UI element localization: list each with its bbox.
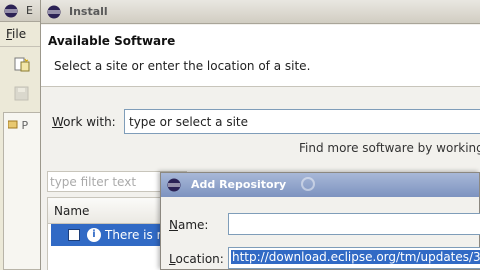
row-text: There is r — [105, 228, 162, 242]
banner-heading: Available Software — [48, 34, 176, 48]
install-dialog-title: Install — [69, 5, 108, 18]
menu-file[interactable]: File — [6, 27, 26, 41]
info-icon: i — [87, 228, 101, 242]
work-with-combo[interactable] — [124, 109, 480, 134]
package-explorer-view: P — [3, 112, 43, 270]
package-icon — [7, 120, 18, 129]
row-checkbox[interactable] — [68, 229, 80, 241]
software-table-header: Name — [47, 197, 177, 224]
table-row[interactable]: i There is r — [51, 224, 171, 246]
eclipse-logo-icon — [167, 178, 181, 195]
add-repository-dialog: Add Repository Name: Location: http://do… — [160, 172, 480, 270]
view-tab[interactable]: P — [7, 119, 29, 132]
busy-cursor-icon — [301, 177, 315, 191]
install-dialog-titlebar: Install — [41, 0, 480, 24]
location-field[interactable]: http://download.eclipse.org/tm/updates/3… — [228, 247, 480, 269]
name-mnemonic: N — [169, 218, 178, 232]
work-with-label: Work with: — [52, 115, 116, 129]
work-with-label-rest: ork with: — [63, 115, 116, 129]
find-more-software-link[interactable]: Find more software by working w — [299, 141, 480, 155]
add-repository-titlebar[interactable]: Add Repository — [161, 173, 479, 197]
location-label: Location: — [169, 252, 224, 266]
location-value: http://download.eclipse.org/tm/updates/3… — [231, 250, 480, 264]
new-wizard-button[interactable] — [13, 56, 31, 74]
work-with-mnemonic: W — [52, 115, 64, 129]
save-toolbar-button[interactable] — [13, 85, 31, 103]
new-wizard-icon — [14, 57, 30, 72]
view-tab-label: P — [21, 119, 29, 132]
name-label: Name: — [169, 218, 208, 232]
location-label-rest: ocation: — [175, 252, 224, 266]
eclipse-logo-icon — [47, 5, 61, 22]
column-name-header[interactable]: Name — [54, 204, 89, 218]
name-field[interactable] — [228, 213, 480, 235]
name-label-rest: ame: — [177, 218, 209, 232]
main-window-title: E — [26, 4, 33, 17]
install-banner: Available Software Select a site or ente… — [41, 25, 480, 87]
eclipse-logo-icon — [4, 4, 18, 21]
banner-description: Select a site or enter the location of a… — [54, 59, 311, 73]
add-repository-title: Add Repository — [191, 178, 287, 191]
save-icon — [14, 86, 29, 101]
menu-file-rest: ile — [12, 27, 27, 41]
